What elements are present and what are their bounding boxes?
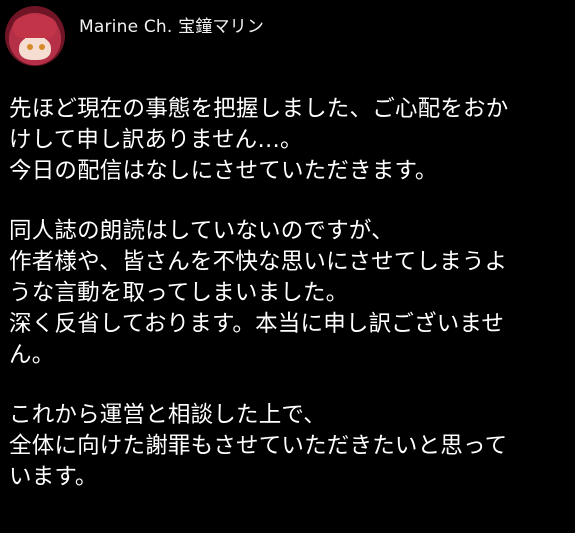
avatar-eye-right xyxy=(39,44,45,50)
post: Marine Ch. 宝鐘マリン 先ほど現在の事態を把握しました、ご心配をおか … xyxy=(0,0,575,533)
paragraph-1-line-2: けして申し訳ありません…。 xyxy=(9,127,303,153)
paragraph-2-line-3: うな言動を取ってしまいました。 xyxy=(9,280,349,306)
author-name[interactable]: Marine Ch. 宝鐘マリン xyxy=(79,12,264,37)
post-header: Marine Ch. 宝鐘マリン xyxy=(5,6,264,70)
paragraph-3: これから運営と相談した上で、 全体に向けた謝罪もさせていただきたいと思って いま… xyxy=(9,400,559,493)
paragraph-3-line-1: これから運営と相談した上で、 xyxy=(9,402,326,428)
paragraph-2-line-2: 作者様や、皆さんを不快な思いにさせてしまうよ xyxy=(9,249,508,275)
paragraph-1-line-3: 今日の配信はなしにさせていただきます。 xyxy=(9,158,438,184)
paragraph-3-line-3: います。 xyxy=(9,464,98,490)
paragraph-1-line-1: 先ほど現在の事態を把握しました、ご心配をおか xyxy=(9,96,509,122)
post-content: 先ほど現在の事態を把握しました、ご心配をおか けして申し訳ありません…。 今日の… xyxy=(9,94,559,522)
profile-avatar-icon[interactable] xyxy=(5,6,65,66)
paragraph-2-line-5: ん。 xyxy=(9,342,55,368)
paragraph-2: 同人誌の朗読はしていないのですが、 作者様や、皆さんを不快な思いにさせてしまうよ… xyxy=(9,216,559,371)
paragraph-2-line-1: 同人誌の朗読はしていないのですが、 xyxy=(9,218,394,244)
avatar-eye-left xyxy=(27,44,33,50)
paragraph-3-line-2: 全体に向けた謝罪もさせていただきたいと思って xyxy=(9,433,508,459)
paragraph-2-line-4: 深く反省しております。本当に申し訳ございませ xyxy=(9,311,505,337)
paragraph-1: 先ほど現在の事態を把握しました、ご心配をおか けして申し訳ありません…。 今日の… xyxy=(9,94,559,187)
